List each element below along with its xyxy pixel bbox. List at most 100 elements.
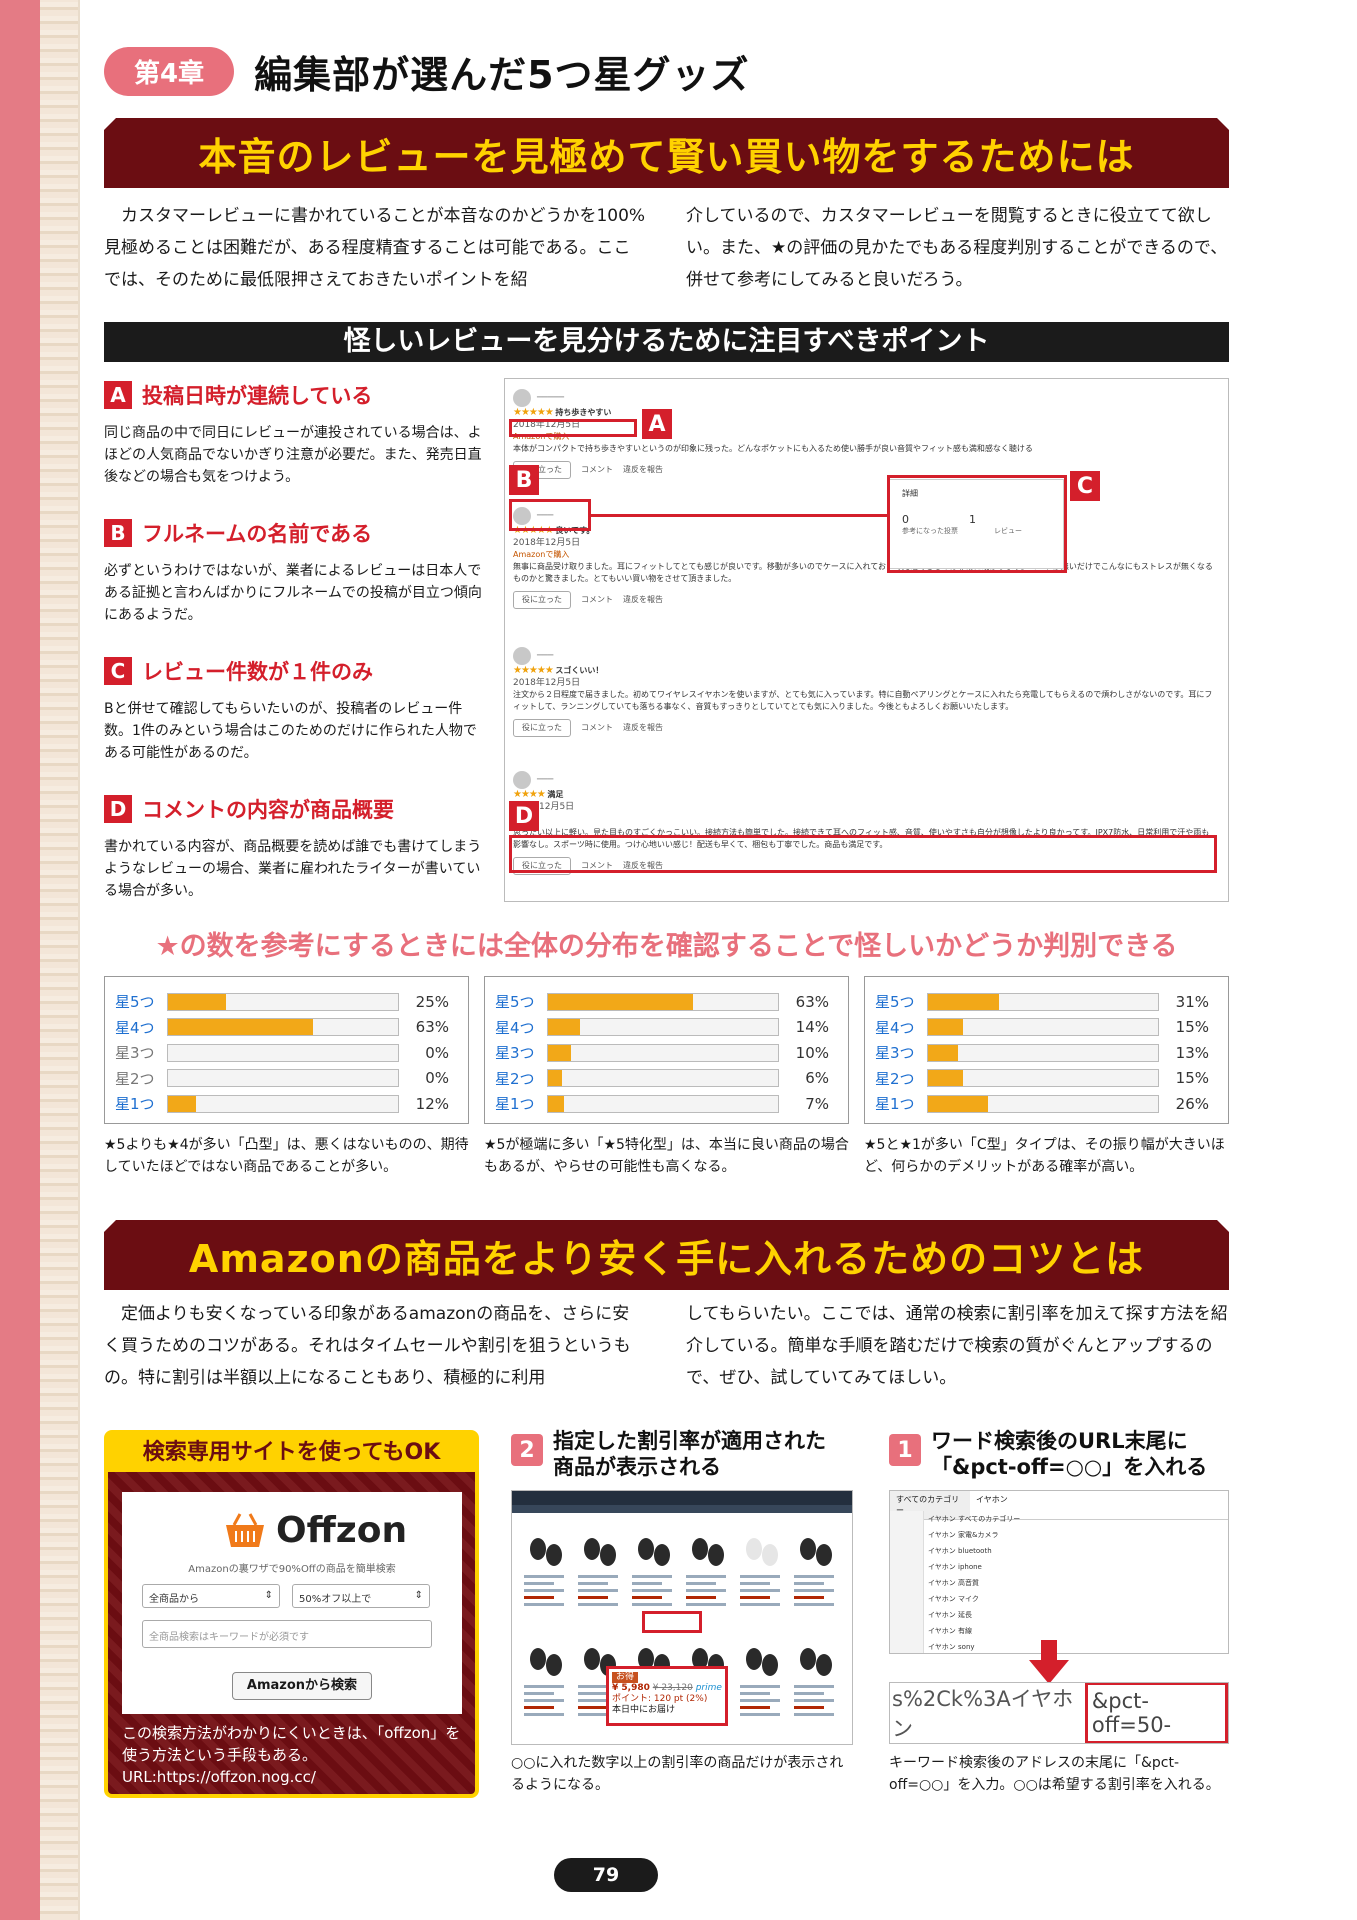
point-desc: Bと併せて確認してもらいたいのが、投稿者のレビュー件数。1件のみという場合はこの… xyxy=(104,701,477,761)
suggestion-item[interactable]: イヤホン マイク xyxy=(928,1591,1020,1607)
verified-purchase: Amazonで購入 xyxy=(513,550,570,559)
product-thumbnail[interactable] xyxy=(686,1538,726,1606)
suggestion-item[interactable]: イヤホン iphone xyxy=(928,1559,1020,1575)
offzon-box: 検索専用サイトを使ってもOK Offzon Amazonの裏ワザで90%Offの… xyxy=(104,1430,479,1798)
offzon-logo: Offzon xyxy=(276,1510,408,1551)
deal-badge: お得 xyxy=(612,1672,639,1683)
suggestion-item[interactable]: イヤホン 高音質 xyxy=(928,1575,1020,1591)
product-thumbnail[interactable] xyxy=(578,1538,618,1606)
star-label[interactable]: 星5つ xyxy=(115,991,167,1012)
point-letter: C xyxy=(104,657,132,685)
suggestion-item[interactable]: イヤホン 延長 xyxy=(928,1607,1020,1623)
distribution-row: 星1つ 12% xyxy=(115,1091,458,1117)
distribution-percent: 0% xyxy=(425,1043,449,1062)
review-headline: 持ち歩きやすい xyxy=(555,408,612,417)
report-link[interactable]: 違反を報告 xyxy=(623,464,663,476)
avatar xyxy=(513,771,531,789)
star-label[interactable]: 星4つ xyxy=(115,1017,167,1038)
suggestion-item[interactable]: イヤホン 家電&カメラ xyxy=(928,1527,1020,1543)
point-title: コメントの内容が商品概要 xyxy=(142,798,394,822)
star-label[interactable]: 星2つ xyxy=(875,1068,927,1089)
review-body: 注文から２日程度で届きました。初めてワイヤレスイヤホンを使いますが、とても気に入… xyxy=(513,690,1213,711)
point-title: フルネームの名前である xyxy=(142,522,373,546)
offzon-note: この検索方法がわかりにくいときは、「offzon」を使う方法という手段もある。U… xyxy=(122,1724,461,1786)
star-label[interactable]: 星3つ xyxy=(115,1042,167,1063)
distribution-bar xyxy=(167,1018,399,1037)
distribution-percent: 13% xyxy=(1175,1043,1209,1062)
discount-select[interactable]: 50%オフ以上で ⇕ xyxy=(292,1584,430,1608)
star-label[interactable]: 星4つ xyxy=(875,1017,927,1038)
distribution-percent: 12% xyxy=(415,1094,449,1113)
distribution-row: 星1つ 26% xyxy=(875,1091,1218,1117)
distribution-row: 星4つ 63% xyxy=(115,1015,458,1041)
star-label[interactable]: 星1つ xyxy=(875,1093,927,1114)
distribution-bar xyxy=(167,1094,399,1113)
select-arrow-icon: ⇕ xyxy=(264,1590,273,1601)
comment-link[interactable]: コメント xyxy=(581,464,613,476)
product-thumbnail[interactable] xyxy=(632,1538,672,1606)
distribution-title: ★の数を参考にするときには全体の分布を確認することで怪しいかどうか判別できる xyxy=(155,931,1178,962)
distribution-percent: 31% xyxy=(1175,992,1209,1011)
helpful-button[interactable]: 役に立った xyxy=(513,719,571,737)
report-link[interactable]: 違反を報告 xyxy=(623,722,663,734)
product-thumbnail[interactable] xyxy=(740,1538,780,1606)
suggestion-item[interactable]: イヤホン 有線 xyxy=(928,1623,1020,1639)
product-thumbnail[interactable] xyxy=(524,1538,564,1606)
point-c: C レビュー件数が１件のみ Bと併せて確認してもらいたいのが、投稿者のレビュー件数… xyxy=(104,656,484,764)
distribution-percent: 0% xyxy=(425,1069,449,1088)
step-number: 1 xyxy=(889,1434,921,1466)
review-screenshot: ━━━━━ ★★★★★ 持ち歩きやすい 2018年12月5日 Amazonで購入… xyxy=(504,378,1229,902)
sale-price: ¥ 5,980 xyxy=(612,1683,650,1693)
product-thumbnail[interactable] xyxy=(794,1538,834,1606)
marker-c: C xyxy=(1070,471,1100,501)
search-button[interactable]: Amazonから検索 xyxy=(232,1672,372,1700)
search-results-screenshot: お得 ¥ 5,980 ¥ 23,120 prime ポイント: 120 pt (… xyxy=(511,1490,853,1745)
suggestion-item[interactable]: イヤホン bluetooth xyxy=(928,1543,1020,1559)
helpful-button[interactable]: 役に立った xyxy=(513,591,571,609)
distribution-chart-3: 星5つ 31% 星4つ 15% 星3つ 13% 星2つ 15% 星1つ 26% xyxy=(864,976,1229,1124)
distribution-bar-fill xyxy=(928,993,1000,1010)
select-arrow-icon: ⇕ xyxy=(414,1590,423,1601)
product-thumbnail[interactable] xyxy=(794,1648,834,1716)
suggestion-item[interactable]: イヤホン すべてのカテゴリー xyxy=(928,1511,1020,1527)
star-label[interactable]: 星2つ xyxy=(115,1068,167,1089)
distribution-percent: 6% xyxy=(805,1069,829,1088)
star-label[interactable]: 星5つ xyxy=(495,991,547,1012)
keyword-input[interactable]: 全商品検索はキーワードが必須です xyxy=(142,1620,432,1648)
star-label[interactable]: 星1つ xyxy=(115,1093,167,1114)
distribution-percent: 25% xyxy=(415,992,449,1011)
chapter-badge: 第4章 xyxy=(104,47,235,96)
star-label[interactable]: 星2つ xyxy=(495,1068,547,1089)
step-1-caption: キーワード検索後のアドレスの末尾に「&pct-off=○○」を入力。○○は希望す… xyxy=(889,1755,1220,1793)
section2-col2: してもらいたい。ここでは、通常の検索に割引率を加えて探す方法を紹介している。簡単… xyxy=(686,1304,1228,1388)
lace-border xyxy=(40,0,80,1920)
product-thumbnail[interactable] xyxy=(740,1648,780,1716)
distribution-bar-fill xyxy=(928,1019,963,1036)
suggestion-item[interactable]: イヤホン sony xyxy=(928,1639,1020,1653)
distribution-bar xyxy=(167,1043,399,1062)
highlight-b xyxy=(509,499,591,531)
category-select[interactable]: 全商品から ⇕ xyxy=(142,1584,280,1608)
distribution-caption-2: ★5が極端に多い「★5特化型」は、本当に良い商品の場合もあるが、やらせの可能性も… xyxy=(484,1137,849,1175)
star-label[interactable]: 星3つ xyxy=(495,1042,547,1063)
point-title: レビュー件数が１件のみ xyxy=(142,660,373,684)
distribution-bar-fill xyxy=(168,1095,196,1112)
review-headline: 満足 xyxy=(547,790,564,799)
section1-banner: 本音のレビューを見極めて賢い買い物をするためには xyxy=(103,117,1230,188)
section1-body: カスタマーレビューに書かれていることが本音なのかどうかを100%見極めることは困… xyxy=(104,200,1229,296)
review-2: ━━━ ★★★★★ 良いです。 2018年12月5日 Amazonで購入 無事に… xyxy=(513,507,1213,609)
distribution-row: 星2つ 0% xyxy=(115,1066,458,1092)
product-thumbnail[interactable] xyxy=(524,1648,564,1716)
url-prefix: s%2Ck%3Aイヤホン xyxy=(892,1687,1074,1741)
offzon-header: 検索専用サイトを使ってもOK xyxy=(108,1434,475,1472)
star-label[interactable]: 星4つ xyxy=(495,1017,547,1038)
report-link[interactable]: 違反を報告 xyxy=(623,594,663,606)
star-label[interactable]: 星3つ xyxy=(875,1042,927,1063)
star-label[interactable]: 星5つ xyxy=(875,991,927,1012)
comment-link[interactable]: コメント xyxy=(581,722,613,734)
points-list: A 投稿日時が連続している 同じ商品の中で同日にレビューが連投されている場合は、よ… xyxy=(104,380,484,932)
star-label[interactable]: 星1つ xyxy=(495,1093,547,1114)
distribution-row: 星3つ 0% xyxy=(115,1040,458,1066)
comment-link[interactable]: コメント xyxy=(581,594,613,606)
distribution-row: 星2つ 15% xyxy=(875,1066,1218,1092)
